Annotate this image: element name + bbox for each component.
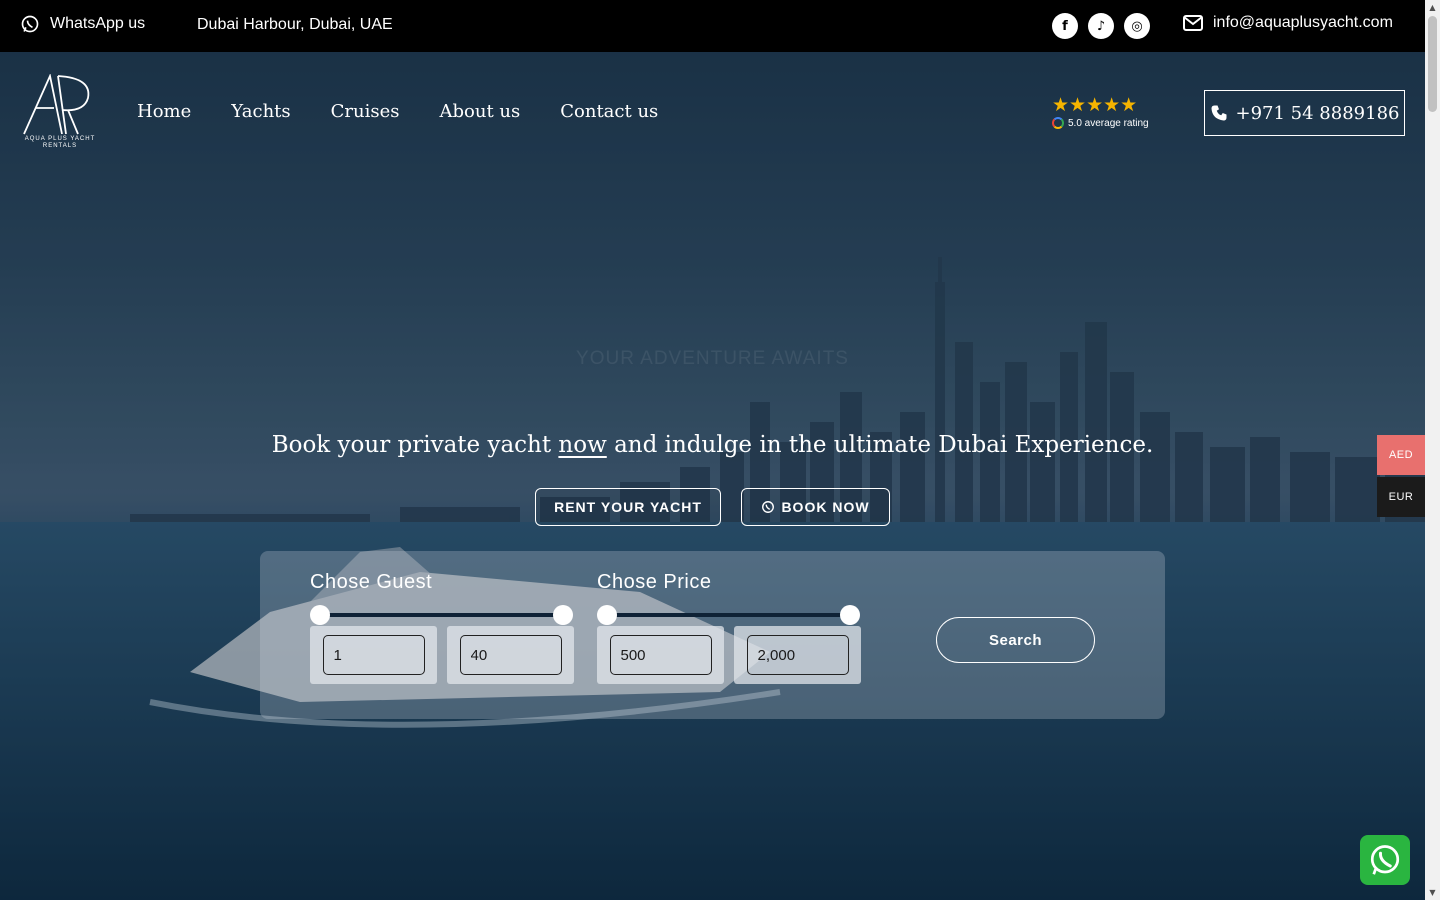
phone-number: +971 54 8889186 [1235, 102, 1400, 124]
yacht-search-panel: Chose Guest Chose Price Searc [260, 551, 1165, 719]
headline-now-link[interactable]: now [558, 432, 606, 458]
price-max-handle[interactable] [840, 605, 860, 625]
guest-slider-track [320, 613, 563, 617]
guest-max-handle[interactable] [553, 605, 573, 625]
price-min-handle[interactable] [597, 605, 617, 625]
headline-text-end: and indulge in the ultimate Dubai Experi… [606, 432, 1154, 458]
headline-text-start: Book your private yacht [271, 432, 559, 458]
email-label: info@aquaplusyacht.com [1213, 14, 1393, 31]
whatsapp-link[interactable]: WhatsApp us [20, 14, 145, 34]
guest-min-input[interactable] [322, 635, 425, 675]
hero-section: AQUA PLUS YACHT RENTALS Home Yachts Crui… [0, 52, 1425, 900]
price-filter: Chose Price [597, 571, 861, 684]
guest-min-handle[interactable] [310, 605, 330, 625]
guest-label: Chose Guest [310, 571, 433, 593]
hero-tagline: YOUR ADVENTURE AWAITS [576, 348, 849, 369]
currency-eur-button[interactable]: EUR [1377, 477, 1425, 517]
cta-row: RENT YOUR YACHT BOOK NOW [535, 488, 890, 526]
whatsapp-icon [762, 501, 775, 513]
rent-button-label: RENT YOUR YACHT [554, 499, 702, 515]
page-scrollbar[interactable]: ▲ ▼ [1425, 0, 1440, 900]
phone-button[interactable]: +971 54 8889186 [1204, 90, 1405, 136]
nav-about[interactable]: About us [440, 101, 521, 122]
hero-overlay [0, 52, 1425, 900]
price-label: Chose Price [597, 571, 712, 593]
site-logo[interactable]: AQUA PLUS YACHT RENTALS [22, 73, 94, 154]
search-button[interactable]: Search [936, 617, 1095, 663]
whatsapp-icon [21, 15, 39, 33]
rating-text: 5.0 average rating [1068, 117, 1149, 129]
tiktok-icon[interactable]: ♪ [1088, 13, 1114, 39]
phone-icon [1211, 105, 1227, 121]
instagram-icon[interactable]: ◎ [1124, 13, 1150, 39]
whatsapp-label: WhatsApp us [50, 15, 146, 32]
logo-text: AQUA PLUS YACHT RENTALS [24, 136, 96, 149]
whatsapp-icon [1370, 845, 1400, 875]
price-range-slider[interactable] [597, 604, 860, 626]
hero-headline: Book your private yacht now and indulge … [0, 432, 1425, 458]
social-links: f ♪ ◎ [1052, 13, 1150, 39]
main-nav: Home Yachts Cruises About us Contact us [137, 101, 658, 122]
price-min-input[interactable] [609, 635, 712, 675]
facebook-icon[interactable]: f [1052, 13, 1078, 39]
guest-range-slider[interactable] [310, 604, 573, 626]
location-text: Dubai Harbour, Dubai, UAE [197, 16, 393, 33]
nav-contact[interactable]: Contact us [560, 101, 658, 122]
nav-cruises[interactable]: Cruises [331, 101, 400, 122]
price-max-input[interactable] [746, 635, 849, 675]
nav-yachts[interactable]: Yachts [231, 101, 290, 122]
book-button-label: BOOK NOW [781, 499, 870, 515]
price-slider-track [607, 613, 850, 617]
email-link[interactable]: info@aquaplusyacht.com [1183, 14, 1393, 32]
whatsapp-chat-button[interactable] [1360, 835, 1410, 885]
google-icon [1052, 117, 1064, 129]
logo-mark-icon [23, 73, 90, 135]
currency-aed-button[interactable]: AED [1377, 435, 1425, 475]
scrollbar-thumb[interactable] [1428, 16, 1437, 112]
top-bar: WhatsApp us Dubai Harbour, Dubai, UAE f … [0, 0, 1425, 52]
scroll-down-icon[interactable]: ▼ [1425, 885, 1440, 900]
nav-home[interactable]: Home [137, 101, 191, 122]
rent-your-yacht-button[interactable]: RENT YOUR YACHT [535, 488, 721, 526]
guest-filter: Chose Guest [310, 571, 574, 684]
guest-max-input[interactable] [459, 635, 562, 675]
scroll-up-icon[interactable]: ▲ [1425, 0, 1440, 15]
rating-stars-icon: ★★★★★ [1052, 95, 1138, 116]
envelope-icon [1183, 15, 1203, 31]
book-now-button[interactable]: BOOK NOW [741, 488, 890, 526]
google-rating-badge[interactable]: ★★★★★ 5.0 average rating [1052, 96, 1152, 129]
